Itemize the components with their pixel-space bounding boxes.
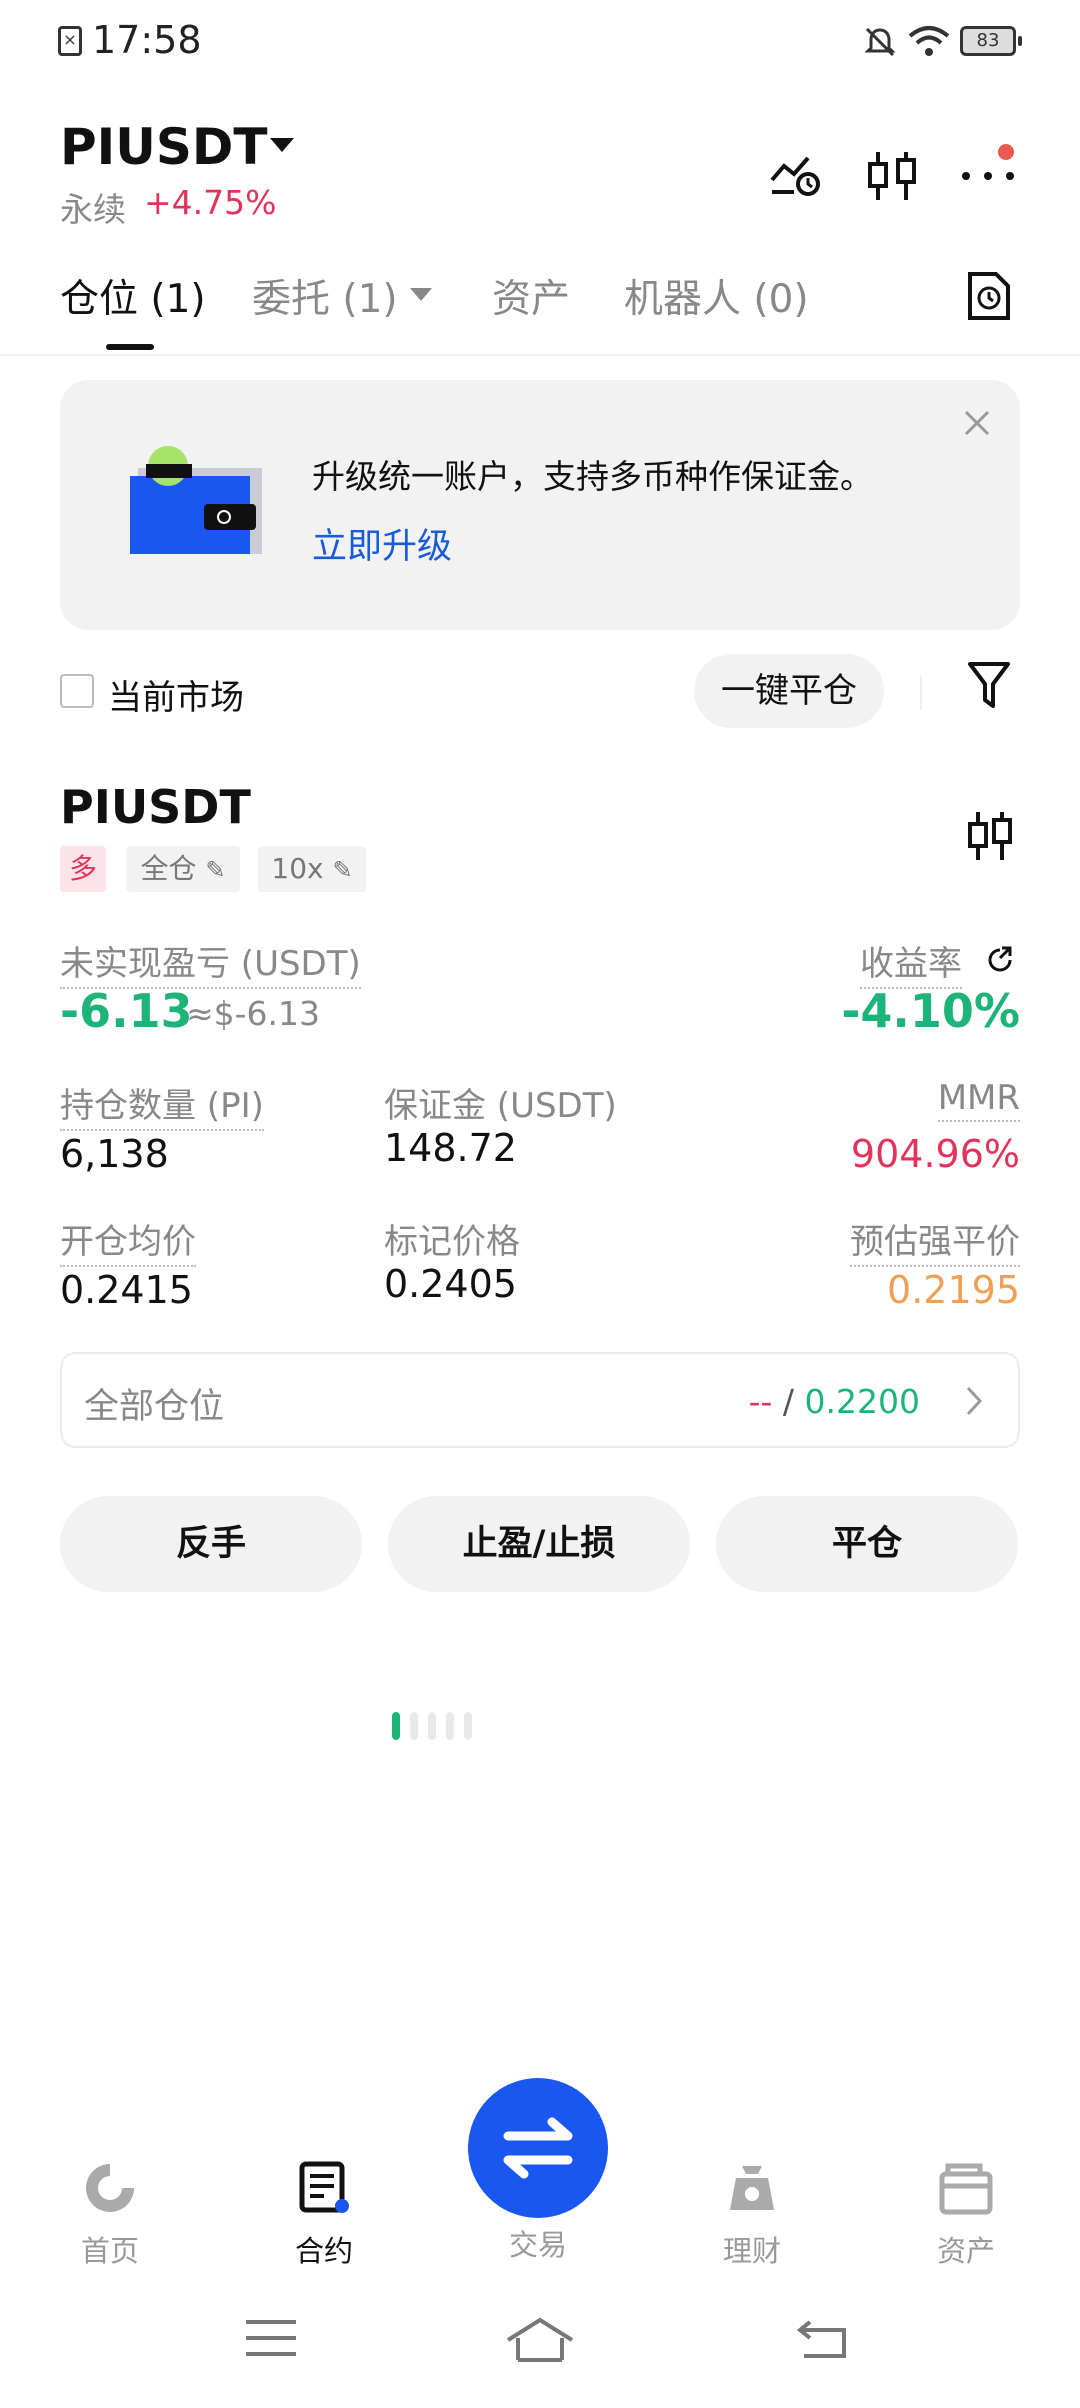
pair-dropdown-caret-icon[interactable]: [270, 138, 294, 152]
menu-icon[interactable]: [244, 2316, 298, 2360]
risk-bar: [410, 1712, 418, 1740]
active-tab-indicator: [106, 344, 154, 350]
margin-value: 148.72: [384, 1126, 517, 1170]
nav-earn-label: 理财: [722, 2234, 781, 2268]
risk-bar: [464, 1712, 472, 1740]
position-chart-icon[interactable]: [966, 808, 1014, 864]
filter-icon[interactable]: [966, 660, 1012, 712]
current-market-checkbox[interactable]: [60, 674, 94, 708]
risk-bar: [428, 1712, 436, 1740]
close-position-button[interactable]: 平仓: [716, 1496, 1018, 1592]
assets-icon: [939, 2163, 993, 2215]
nav-trade-label[interactable]: 交易: [468, 2222, 608, 2264]
home-icon: [86, 2164, 134, 2212]
filter-separator: [920, 676, 922, 710]
upgrade-now-link[interactable]: 立即升级: [312, 518, 452, 569]
tpsl-button[interactable]: 止盈/止损: [388, 1496, 690, 1592]
trade-fab-button[interactable]: [468, 2078, 608, 2218]
sim-status-icon: ×: [58, 26, 82, 56]
nav-home[interactable]: 首页: [50, 2160, 170, 2270]
margin-label: 保证金 (USDT): [384, 1086, 617, 1126]
unrealized-pnl-usd: ≈$-6.13: [186, 994, 321, 1033]
tab-positions[interactable]: 仓位 (1): [60, 268, 206, 324]
chevron-right-icon: [966, 1386, 983, 1416]
mark-price-label: 标记价格: [384, 1222, 520, 1262]
earn-icon: [730, 2166, 774, 2210]
home-button-icon[interactable]: [504, 2316, 576, 2364]
risk-bar-filled: [392, 1712, 400, 1740]
close-icon[interactable]: [962, 408, 992, 438]
banner-message: 升级统一账户，支持多币种作保证金。: [312, 457, 873, 496]
more-options-icon[interactable]: [958, 140, 1018, 200]
side-badge: 多: [60, 846, 106, 892]
margin-mode-badge[interactable]: 全仓 ✎: [126, 846, 240, 892]
edit-pencil-icon: ✎: [205, 856, 226, 884]
roe-label[interactable]: 收益率: [860, 936, 962, 989]
tabs-divider: [0, 354, 1080, 356]
tpsl-values: -- / 0.2200: [749, 1382, 920, 1421]
liquidation-price-value: 0.2195: [887, 1268, 1020, 1312]
unrealized-pnl-label[interactable]: 未实现盈亏 (USDT): [60, 936, 361, 989]
status-time: 17:58: [92, 18, 202, 62]
candlestick-chart-icon[interactable]: [864, 148, 920, 204]
all-positions-label: 全部仓位: [84, 1387, 225, 1427]
back-icon[interactable]: [796, 2316, 850, 2360]
mark-price-value: 0.2405: [384, 1262, 517, 1306]
close-all-button[interactable]: 一键平仓: [694, 654, 884, 728]
price-alert-icon[interactable]: [768, 148, 824, 200]
margin-mode-label: 全仓: [140, 852, 197, 885]
contract-type-label: 永续: [60, 190, 126, 229]
history-document-icon[interactable]: [966, 270, 1012, 322]
mmr-value: 904.96%: [850, 1132, 1020, 1176]
tpsl-slash: /: [772, 1382, 805, 1421]
stop-loss-value: 0.2200: [804, 1382, 920, 1421]
edit-pencil-icon: ✎: [332, 856, 353, 884]
liquidation-price-label[interactable]: 预估强平价: [850, 1214, 1020, 1267]
price-change-label: +4.75%: [144, 183, 277, 222]
tab-orders[interactable]: 委托 (1): [252, 268, 398, 324]
battery-icon: 83: [960, 26, 1022, 56]
nav-home-label: 首页: [80, 2234, 139, 2268]
mute-notification-icon: [864, 27, 896, 57]
entry-price-label[interactable]: 开仓均价: [60, 1214, 196, 1267]
trade-swap-icon: [503, 2117, 573, 2179]
reverse-button[interactable]: 反手: [60, 1496, 362, 1592]
nav-assets-label: 资产: [936, 2234, 995, 2268]
entry-price-value: 0.2415: [60, 1268, 193, 1312]
nav-assets[interactable]: 资产: [906, 2160, 1026, 2270]
leverage-badge[interactable]: 10x ✎: [258, 846, 366, 892]
wifi-icon: [908, 26, 950, 56]
take-profit-value: --: [748, 1382, 773, 1421]
nav-futures-label: 合约: [294, 2234, 353, 2268]
unrealized-pnl-value: -6.13: [60, 984, 193, 1038]
wallet-illustration-icon: [130, 446, 262, 554]
position-symbol[interactable]: PIUSDT: [60, 780, 251, 834]
pair-title[interactable]: PIUSDT: [60, 118, 267, 176]
share-refresh-icon[interactable]: [984, 944, 1016, 976]
tab-assets[interactable]: 资产: [492, 268, 570, 324]
risk-bar: [446, 1712, 454, 1740]
position-size-label[interactable]: 持仓数量 (PI): [60, 1078, 264, 1131]
mmr-label[interactable]: MMR: [937, 1078, 1020, 1122]
futures-icon: [299, 2161, 349, 2213]
nav-earn[interactable]: 理财: [692, 2160, 812, 2270]
nav-futures[interactable]: 合约: [264, 2160, 384, 2270]
position-size-value: 6,138: [60, 1132, 169, 1176]
current-market-label: 当前市场: [108, 678, 244, 718]
tab-bots[interactable]: 机器人 (0): [624, 268, 809, 324]
roe-value: -4.10%: [841, 984, 1020, 1038]
leverage-label: 10x: [271, 852, 324, 885]
orders-dropdown-icon[interactable]: [410, 288, 432, 301]
